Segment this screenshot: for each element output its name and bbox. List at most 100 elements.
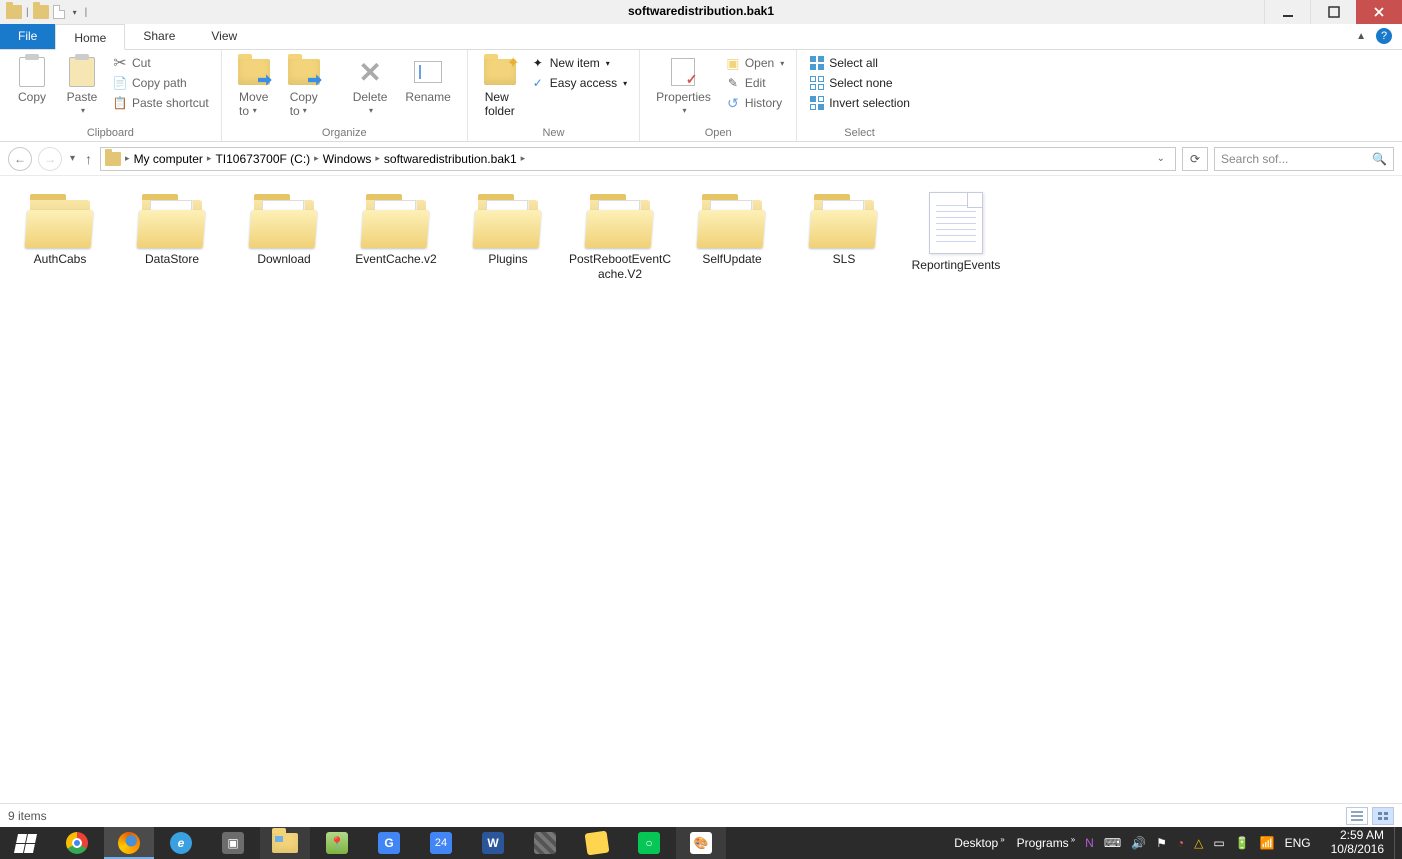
taskbar-notes[interactable] bbox=[572, 827, 622, 859]
file-item[interactable]: Download bbox=[228, 188, 340, 286]
file-item[interactable]: DataStore bbox=[116, 188, 228, 286]
tray-lang[interactable]: ENG bbox=[1285, 836, 1311, 850]
file-item-label: DataStore bbox=[145, 252, 199, 267]
file-item-label: Download bbox=[257, 252, 310, 267]
scissors-icon: ✂ bbox=[112, 55, 128, 71]
new-item-button[interactable]: ✦New item▾ bbox=[528, 54, 629, 72]
file-item[interactable]: SelfUpdate bbox=[676, 188, 788, 286]
refresh-button[interactable]: ⟳ bbox=[1182, 147, 1208, 171]
paste-shortcut-button[interactable]: 📋Paste shortcut bbox=[110, 94, 211, 112]
taskbar: e ▣ 📍 G 24 W ○ 🎨 Desktop» Programs» N ⌨ … bbox=[0, 827, 1402, 859]
crumb-3[interactable]: softwaredistribution.bak1▸ bbox=[384, 152, 525, 166]
folder-icon bbox=[696, 192, 768, 248]
rename-button[interactable]: Rename bbox=[399, 54, 456, 106]
taskbar-programs-link[interactable]: Programs» bbox=[1017, 836, 1075, 850]
file-item[interactable]: AuthCabs bbox=[4, 188, 116, 286]
open-button[interactable]: ▣Open▾ bbox=[723, 54, 786, 72]
taskbar-firefox[interactable] bbox=[104, 827, 154, 859]
new-folder-button[interactable]: ✦New folder bbox=[478, 54, 522, 120]
taskbar-maps[interactable]: 📍 bbox=[312, 827, 362, 859]
file-item[interactable]: SLS bbox=[788, 188, 900, 286]
crumb-1[interactable]: TI10673700F (C:)▸ bbox=[215, 152, 318, 166]
tray-flag-icon[interactable]: ⚑ bbox=[1156, 836, 1167, 850]
tray-display-icon[interactable]: ▭ bbox=[1213, 836, 1224, 850]
maximize-button[interactable] bbox=[1310, 0, 1356, 24]
invert-selection-button[interactable]: Invert selection bbox=[807, 94, 912, 112]
recent-locations-dropdown[interactable]: ▾ bbox=[68, 153, 77, 164]
folder-icon bbox=[584, 192, 656, 248]
help-icon[interactable]: ? bbox=[1376, 28, 1392, 44]
move-to-button[interactable]: Move to▾ bbox=[232, 54, 276, 117]
address-bar[interactable]: ▸ My computer▸ TI10673700F (C:)▸ Windows… bbox=[100, 147, 1176, 171]
details-view-button[interactable] bbox=[1346, 807, 1368, 825]
file-item[interactable]: EventCache.v2 bbox=[340, 188, 452, 286]
tray-keyboard-icon[interactable]: ⌨ bbox=[1104, 836, 1121, 850]
close-button[interactable] bbox=[1356, 0, 1402, 24]
quick-customize-dropdown[interactable]: ▾ bbox=[69, 8, 81, 17]
start-button[interactable] bbox=[0, 827, 50, 859]
crumb-0[interactable]: My computer▸ bbox=[134, 152, 212, 166]
taskbar-ie[interactable]: e bbox=[156, 827, 206, 859]
copy-button[interactable]: Copy bbox=[10, 54, 54, 106]
tray-network-icon[interactable]: 📶 bbox=[1260, 836, 1275, 850]
delete-button[interactable]: ✕Delete▾ bbox=[347, 54, 394, 117]
edit-button[interactable]: ✎Edit bbox=[723, 74, 786, 92]
back-button[interactable]: ← bbox=[8, 147, 32, 171]
quick-doc-icon[interactable] bbox=[53, 5, 65, 19]
select-none-button[interactable]: Select none bbox=[807, 74, 912, 92]
cut-button[interactable]: ✂Cut bbox=[110, 54, 211, 72]
taskbar-calendar[interactable]: 24 bbox=[416, 827, 466, 859]
properties-button[interactable]: Properties▾ bbox=[650, 54, 717, 117]
tab-home[interactable]: Home bbox=[55, 24, 125, 50]
item-count: 9 items bbox=[8, 809, 47, 823]
search-input[interactable]: Search sof... 🔍 bbox=[1214, 147, 1394, 171]
file-list-area[interactable]: AuthCabs DataStore Download EventCache.v2Pl… bbox=[0, 176, 1402, 799]
file-item[interactable]: ReportingEvents bbox=[900, 188, 1012, 286]
paste-button[interactable]: Paste▾ bbox=[60, 54, 104, 117]
crumb-2[interactable]: Windows▸ bbox=[323, 152, 380, 166]
taskbar-explorer[interactable] bbox=[260, 827, 310, 859]
ribbon-group-open: Properties▾ ▣Open▾ ✎Edit ↺History Open bbox=[640, 50, 797, 141]
folder-icon bbox=[248, 192, 320, 248]
history-button[interactable]: ↺History bbox=[723, 94, 786, 112]
show-desktop-button[interactable] bbox=[1394, 827, 1402, 859]
file-item-label: AuthCabs bbox=[34, 252, 87, 267]
up-button[interactable]: ↑ bbox=[83, 151, 94, 167]
tab-view[interactable]: View bbox=[193, 23, 255, 49]
tray-sync-icon[interactable]: ◔ bbox=[1177, 836, 1184, 850]
tray-volume-icon[interactable]: 🔊 bbox=[1131, 836, 1146, 850]
ribbon-group-select: Select all Select none Invert selection … bbox=[797, 50, 922, 141]
file-item[interactable]: PostRebootEventCache.V2 bbox=[564, 188, 676, 286]
taskbar-app-square[interactable]: ▣ bbox=[208, 827, 258, 859]
tray-battery-icon[interactable]: 🔋 bbox=[1235, 836, 1250, 850]
taskbar-bricks[interactable] bbox=[520, 827, 570, 859]
ribbon-group-organize: Move to▾ Copy to▾ ✕Delete▾ Rename Organi… bbox=[222, 50, 468, 141]
taskbar-translate[interactable]: G bbox=[364, 827, 414, 859]
file-item[interactable]: Plugins bbox=[452, 188, 564, 286]
quick-folder-icon-2[interactable] bbox=[33, 5, 49, 19]
ribbon-collapse-icon[interactable]: ▲ bbox=[1356, 31, 1366, 42]
quick-folder-icon-1[interactable] bbox=[6, 5, 22, 19]
minimize-button[interactable] bbox=[1264, 0, 1310, 24]
icons-view-button[interactable] bbox=[1372, 807, 1394, 825]
taskbar-word[interactable]: W bbox=[468, 827, 518, 859]
select-all-button[interactable]: Select all bbox=[807, 54, 912, 72]
taskbar-paint[interactable]: 🎨 bbox=[676, 827, 726, 859]
tray-onenote-icon[interactable]: N bbox=[1085, 836, 1094, 850]
ribbon-group-new: ✦New folder ✦New item▾ ✓Easy access▾ New bbox=[468, 50, 640, 141]
tray-drive-icon[interactable]: △ bbox=[1194, 836, 1203, 850]
text-file-icon bbox=[929, 192, 983, 254]
taskbar-desktop-link[interactable]: Desktop» bbox=[954, 836, 1004, 850]
tab-share[interactable]: Share bbox=[125, 23, 193, 49]
easy-access-button[interactable]: ✓Easy access▾ bbox=[528, 74, 629, 92]
forward-button[interactable]: → bbox=[38, 147, 62, 171]
copy-to-button[interactable]: Copy to▾ bbox=[282, 54, 326, 117]
tab-file[interactable]: File bbox=[0, 23, 55, 49]
address-dropdown-icon[interactable]: ⌄ bbox=[1151, 153, 1171, 164]
taskbar-chrome[interactable] bbox=[52, 827, 102, 859]
system-tray: N ⌨ 🔊 ⚑ ◔ △ ▭ 🔋 📶 ENG bbox=[1075, 836, 1320, 850]
titlebar: | ▾ | softwaredistribution.bak1 bbox=[0, 0, 1402, 24]
taskbar-clock[interactable]: 2:59 AM 10/8/2016 bbox=[1321, 829, 1394, 857]
taskbar-line[interactable]: ○ bbox=[624, 827, 674, 859]
copy-path-button[interactable]: 📄Copy path bbox=[110, 74, 211, 92]
